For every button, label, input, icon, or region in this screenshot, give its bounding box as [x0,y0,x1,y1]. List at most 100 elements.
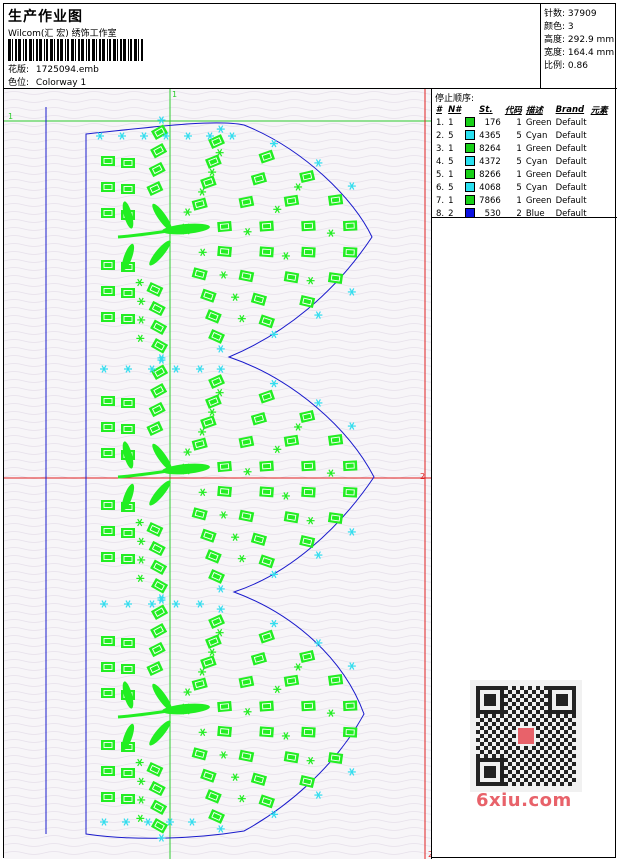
stop-swatch [463,142,477,155]
stop-index: 2. [436,130,445,141]
color-swatch [465,169,476,180]
embroidery-design-canvas[interactable]: 1 1 2 2 [4,89,432,859]
page-title: 生产作业图 [8,9,83,25]
stop-brand: Default [555,156,587,167]
stop-swatch [463,207,477,220]
stop-row: 3. 1 8264 1 Green Default [434,142,610,155]
stop-swatch [463,194,477,207]
stop-element [589,181,610,194]
stat-scale: 比例: 0.86 [544,61,588,71]
stop-row: 5. 1 8266 1 Green Default [434,168,610,181]
col-description: 描述 [525,105,543,116]
stop-code: 5 [516,182,522,193]
stop-row: 7. 1 7866 1 Green Default [434,194,610,207]
barcode-icon [8,39,143,61]
qr-code-icon [470,680,582,792]
stop-needle: 1 [448,169,454,180]
design-file-row: 花版: 1725094.emb [8,62,99,75]
stop-element [589,155,610,168]
fabric-background [4,89,431,859]
stop-brand: Default [555,195,587,206]
stop-needle: 2 [448,208,454,219]
stop-index: 3. [436,143,445,154]
design-file-label: 花版: [8,65,30,75]
col-element: 元素 [590,105,608,116]
stop-sequence-table: # N# St. 代码 描述 Brand 元素 1. 1 176 1 Green Defa… [434,103,610,220]
col-brand: Brand [555,104,585,115]
stop-brand: Default [555,143,587,154]
stop-needle: 5 [448,182,454,193]
stop-row: 8. 2 530 2 Blue Default [434,207,610,220]
marker-right-label: 2 [420,472,425,481]
stop-needle: 1 [448,143,454,154]
colorway-label: 色位: [8,78,30,88]
design-file-value: 1725094.emb [35,65,99,75]
stop-swatch [463,168,477,181]
stop-index: 4. [436,156,445,167]
stop-element [589,129,610,142]
stop-swatch [463,116,477,129]
color-swatch [465,117,476,128]
stop-brand: Default [555,208,587,219]
color-swatch [465,195,476,206]
stop-code: 5 [516,130,522,141]
stop-code: 2 [516,208,522,219]
stat-stitches: 针数: 37909 [544,9,597,19]
stop-stitches: 176 [484,117,501,128]
color-swatch [465,130,476,141]
stop-needle: 5 [448,130,454,141]
stop-needle: 1 [448,117,454,128]
stop-code: 1 [516,195,522,206]
stop-description: Cyan [525,156,548,167]
stop-needle: 5 [448,156,454,167]
stop-element [589,168,610,181]
header-panel: 生产作业图 Wilcom(汇 宏) 绣饰工作室 花版: 1725094.emb … [4,4,541,89]
stop-brand: Default [555,169,587,180]
stop-swatch [463,181,477,194]
company-name: Wilcom(汇 宏) 绣饰工作室 [8,29,117,39]
stop-element [589,116,610,129]
stats-panel: 针数: 37909 颜色: 3 高度: 292.9 mm 宽度: 164.4 m… [541,4,617,89]
color-swatch [465,143,476,154]
stat-height: 高度: 292.9 mm [544,35,615,45]
stop-index: 8. [436,208,445,219]
col-needle: N# [448,104,462,115]
marker-left-label: 1 [8,112,13,121]
stop-row: 4. 5 4372 5 Cyan Default [434,155,610,168]
stop-element [589,194,610,207]
colorway-row: 色位: Colorway 1 [8,75,86,88]
stat-colors: 颜色: 3 [544,22,574,32]
watermark-site-text: 6xiu.com [476,790,572,811]
stop-code: 1 [516,143,522,154]
stop-index: 5. [436,169,445,180]
stop-index: 1. [436,117,445,128]
stop-description: Blue [525,208,545,219]
stop-description: Cyan [525,182,548,193]
stop-stitches: 4372 [479,156,501,167]
stop-code: 1 [516,117,522,128]
col-code: 代码 [504,105,522,116]
stat-width: 宽度: 164.4 mm [544,48,615,58]
stop-stitches: 8266 [479,169,501,180]
stop-needle: 1 [448,195,454,206]
colorway-value: Colorway 1 [35,78,87,88]
stop-brand: Default [555,130,587,141]
stop-brand: Default [555,117,587,128]
stop-element [589,142,610,155]
stop-stitches: 8264 [479,143,501,154]
stop-description: Green [525,143,552,154]
embroidery-design: 1 1 2 2 [4,89,431,859]
color-swatch [465,182,476,193]
stop-element [589,207,610,220]
stop-description: Green [525,117,552,128]
stop-row: 1. 1 176 1 Green Default [434,116,610,129]
marker-top-label: 1 [172,90,177,99]
col-swatch [463,103,477,116]
stop-description: Green [525,169,552,180]
stop-table-header: # N# St. 代码 描述 Brand 元素 [434,103,610,116]
col-stitches: St. [479,104,493,115]
stop-table-divider [432,217,617,218]
stop-brand: Default [555,182,587,193]
stop-index: 6. [436,182,445,193]
stop-description: Cyan [525,130,548,141]
